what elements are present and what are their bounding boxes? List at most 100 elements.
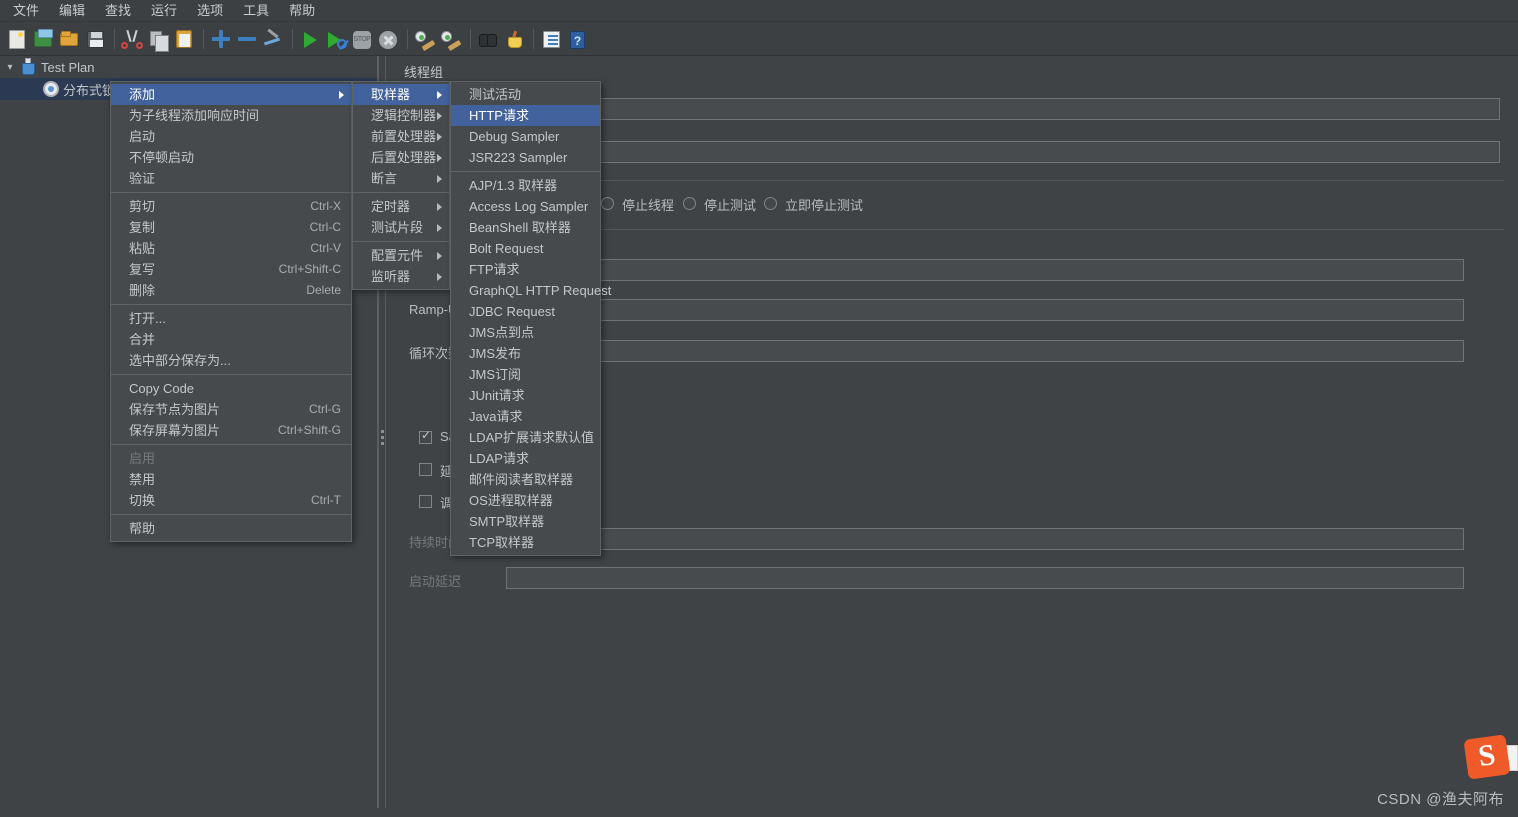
context-menu-item[interactable]: 保存节点为图片 Ctrl-G: [111, 399, 351, 420]
menubar-item-3[interactable]: 运行: [142, 1, 186, 21]
context-menu-item[interactable]: 验证: [111, 168, 351, 189]
search-icon[interactable]: [477, 28, 499, 50]
sampler-menu-item[interactable]: 测试活动: [451, 84, 600, 105]
context-menu-item[interactable]: 选中部分保存为...: [111, 350, 351, 371]
context-menu-item[interactable]: 切换 Ctrl-T: [111, 490, 351, 511]
sampler-menu-item[interactable]: LDAP请求: [451, 448, 600, 469]
delay-create-checkbox[interactable]: [419, 463, 432, 476]
add-menu-item[interactable]: 断言: [353, 168, 449, 189]
duration-field[interactable]: [506, 528, 1464, 550]
context-menu-item[interactable]: 删除 Delete: [111, 280, 351, 301]
same-user-checkbox[interactable]: [419, 428, 432, 444]
context-menu-item[interactable]: 添加: [111, 84, 351, 105]
context-menu-item-label: 剪切: [129, 199, 156, 214]
sampler-menu-item[interactable]: Bolt Request: [451, 238, 600, 259]
context-menu-item[interactable]: 复制 Ctrl-C: [111, 217, 351, 238]
menubar-item-4[interactable]: 选项: [188, 1, 232, 21]
add-menu-item-label: 后置处理器: [371, 150, 437, 165]
sampler-menu-item[interactable]: BeanShell 取样器: [451, 217, 600, 238]
add-menu-item[interactable]: 监听器: [353, 266, 449, 287]
open-file-icon[interactable]: [58, 28, 80, 50]
paste-icon[interactable]: [173, 28, 195, 50]
scheduler-checkbox[interactable]: [419, 495, 432, 508]
radio-stop-test-now[interactable]: [764, 197, 777, 210]
radio-stop-test-label: 停止测试: [704, 198, 757, 213]
clear-all-icon[interactable]: [440, 28, 462, 51]
sampler-menu-item[interactable]: 邮件阅读者取样器: [451, 469, 600, 490]
menubar-item-0[interactable]: 文件: [4, 1, 48, 21]
add-submenu[interactable]: 取样器 逻辑控制器 前置处理器后置处理器断言定时器 测试片段配置元件 监听器: [352, 81, 450, 290]
context-menu-item[interactable]: 剪切 Ctrl-X: [111, 196, 351, 217]
log-viewer-icon[interactable]: [540, 28, 562, 50]
sampler-menu-item[interactable]: OS进程取样器: [451, 490, 600, 511]
watermark-text: CSDN @渔夫阿布: [1377, 791, 1504, 808]
context-menu-item[interactable]: 启动: [111, 126, 351, 147]
menubar-item-6[interactable]: 帮助: [280, 1, 324, 21]
tree-context-menu[interactable]: 添加 为子线程添加响应时间 启动 不停顿启动 验证剪切 Ctrl-X 复制 Ctrl-C 粘贴 C…: [110, 81, 352, 542]
context-menu-separator: [111, 374, 351, 375]
search-reset-icon[interactable]: [503, 28, 525, 50]
sampler-menu-item[interactable]: JUnit请求: [451, 385, 600, 406]
context-menu-item[interactable]: 为子线程添加响应时间: [111, 105, 351, 126]
add-menu-item[interactable]: 定时器: [353, 196, 449, 217]
chevron-right-icon: [437, 202, 442, 211]
context-menu-item[interactable]: 复写 Ctrl+Shift-C: [111, 259, 351, 280]
copy-icon[interactable]: [147, 28, 169, 52]
clear-icon[interactable]: [414, 28, 436, 51]
radio-stop-test[interactable]: [683, 197, 696, 210]
sampler-menu-item[interactable]: AJP/1.3 取样器: [451, 175, 600, 196]
expand-icon[interactable]: [210, 28, 232, 50]
sampler-menu-item[interactable]: HTTP请求: [451, 105, 600, 126]
context-menu-item[interactable]: 打开...: [111, 308, 351, 329]
save-icon[interactable]: [84, 28, 106, 50]
context-menu-item[interactable]: 启用: [111, 448, 351, 469]
start-no-pauses-icon[interactable]: [325, 28, 347, 50]
menubar-item-1[interactable]: 编辑: [50, 1, 94, 21]
context-menu-item[interactable]: Copy Code: [111, 378, 351, 399]
context-menu-item[interactable]: 合并: [111, 329, 351, 350]
sampler-menu-item[interactable]: Debug Sampler: [451, 126, 600, 147]
sampler-menu-item[interactable]: JSR223 Sampler: [451, 147, 600, 168]
add-menu-item[interactable]: 后置处理器: [353, 147, 449, 168]
add-menu-item[interactable]: 取样器: [353, 84, 449, 105]
context-menu-item[interactable]: 不停顿启动: [111, 147, 351, 168]
shutdown-icon[interactable]: [377, 28, 399, 50]
menubar-item-5[interactable]: 工具: [234, 1, 278, 21]
context-menu-item[interactable]: 粘贴 Ctrl-V: [111, 238, 351, 259]
context-menu-item[interactable]: 禁用: [111, 469, 351, 490]
sampler-submenu[interactable]: 测试活动 HTTP请求 Debug Sampler JSR223 Sampler AJP…: [450, 81, 611, 556]
sampler-menu-item[interactable]: SMTP取样器: [451, 511, 600, 532]
help-icon[interactable]: ?: [566, 28, 588, 50]
radio-stop-thread[interactable]: [601, 197, 614, 210]
start-icon[interactable]: [299, 28, 321, 50]
chevron-down-icon[interactable]: ▾: [2, 62, 18, 73]
cut-icon[interactable]: [121, 28, 143, 50]
sampler-menu-item[interactable]: JMS订阅: [451, 364, 600, 385]
loop-count-field[interactable]: [506, 340, 1464, 362]
context-menu-item[interactable]: 保存屏幕为图片 Ctrl+Shift-G: [111, 420, 351, 441]
startup-delay-field[interactable]: [506, 567, 1464, 589]
sampler-menu-item[interactable]: Access Log Sampler: [451, 196, 600, 217]
sampler-menu-item[interactable]: JDBC Request: [451, 301, 600, 322]
sampler-menu-item[interactable]: TCP取样器: [451, 532, 600, 553]
add-menu-item[interactable]: 逻辑控制器: [353, 105, 449, 126]
sampler-menu-item[interactable]: LDAP扩展请求默认值: [451, 427, 600, 448]
sampler-menu-item[interactable]: JMS发布: [451, 343, 600, 364]
tree-node-test-plan[interactable]: ▾ Test Plan: [0, 56, 377, 78]
sampler-menu-item[interactable]: FTP请求: [451, 259, 600, 280]
collapse-icon[interactable]: [236, 28, 258, 50]
ramp-up-field[interactable]: [506, 299, 1464, 321]
toggle-remote-icon[interactable]: [262, 28, 284, 50]
new-from-template-icon[interactable]: [32, 28, 54, 50]
stop-icon[interactable]: STOP: [351, 28, 373, 50]
sampler-menu-item[interactable]: JMS点到点: [451, 322, 600, 343]
context-menu-item[interactable]: 帮助: [111, 518, 351, 539]
menubar-item-2[interactable]: 查找: [96, 1, 140, 21]
add-menu-item[interactable]: 配置元件: [353, 245, 449, 266]
add-menu-item[interactable]: 测试片段: [353, 217, 449, 238]
sampler-menu-item[interactable]: GraphQL HTTP Request: [451, 280, 611, 301]
context-menu-item-shortcut: Ctrl-G: [309, 402, 341, 416]
sampler-menu-item[interactable]: Java请求: [451, 406, 600, 427]
add-menu-item[interactable]: 前置处理器: [353, 126, 449, 147]
new-document-icon[interactable]: [6, 28, 28, 50]
